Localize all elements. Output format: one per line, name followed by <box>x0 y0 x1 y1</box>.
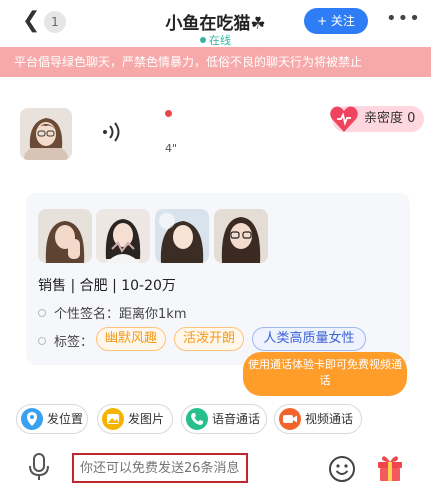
video-call-button[interactable]: 视频通话 <box>274 404 362 434</box>
chat-header: ❮ 1 小鱼在吃猫☘ 在线 + 关注 ••• <box>0 0 431 48</box>
send-location-label: 发位置 <box>47 412 84 426</box>
profile-card: 销售 | 合肥 | 10-20万 个性签名：距离你1km 标签： 幽默风趣 活泼… <box>26 193 410 365</box>
more-options-icon[interactable]: ••• <box>386 8 421 29</box>
voice-wave-icon[interactable] <box>100 120 124 148</box>
safety-notice-banner: 平台倡导绿色聊天，严禁色情暴力，低俗不良的聊天行为将被禁止 <box>0 47 431 77</box>
bullet-icon <box>38 337 46 345</box>
voice-call-button[interactable]: 语音通话 <box>181 404 267 434</box>
message-input[interactable] <box>72 453 248 483</box>
intimacy-label: 亲密度 0 <box>364 111 416 126</box>
send-location-button[interactable]: 发位置 <box>16 404 88 434</box>
video-icon <box>279 408 301 430</box>
video-call-label: 视频通话 <box>305 412 354 426</box>
tags-row: 标签： <box>38 331 93 350</box>
profile-photo[interactable] <box>155 209 209 263</box>
unplayed-dot <box>165 110 172 117</box>
chat-screen: ❮ 1 小鱼在吃猫☘ 在线 + 关注 ••• 平台倡导绿色聊天，严禁色情暴力，低… <box>0 0 431 500</box>
heart-icon <box>330 106 358 132</box>
bullet-icon <box>38 309 46 317</box>
gift-icon[interactable] <box>374 451 406 487</box>
intimacy-badge[interactable]: 亲密度 0 <box>330 106 424 132</box>
location-icon <box>21 408 43 430</box>
online-dot-icon <box>200 37 206 43</box>
signature-label: 个性签名： <box>54 307 120 322</box>
video-call-tooltip[interactable]: 使用通话体验卡即可免费视频通话 <box>243 352 407 396</box>
microphone-icon[interactable] <box>26 452 52 486</box>
profile-photo[interactable] <box>96 209 150 263</box>
image-icon <box>102 408 124 430</box>
online-status: 在线 <box>0 32 431 48</box>
profile-photo[interactable] <box>38 209 92 263</box>
tags-label: 标签： <box>54 335 94 350</box>
profile-job-line: 销售 | 合肥 | 10-20万 <box>38 278 176 294</box>
follow-button[interactable]: + 关注 <box>304 8 368 34</box>
online-status-label: 在线 <box>209 34 231 47</box>
send-image-button[interactable]: 发图片 <box>97 404 173 434</box>
phone-icon <box>186 408 208 430</box>
emoji-icon[interactable] <box>328 455 356 487</box>
voice-call-label: 语音通话 <box>212 412 261 426</box>
voice-duration: 4" <box>165 142 178 155</box>
sender-avatar[interactable] <box>20 108 72 160</box>
tag-chip: 活泼开朗 <box>174 327 244 351</box>
send-image-label: 发图片 <box>128 412 165 426</box>
signature-row: 个性签名：距离你1km <box>38 303 186 322</box>
tag-chip: 幽默风趣 <box>96 327 166 351</box>
tag-chip: 人类高质量女性 <box>252 327 366 351</box>
signature-value: 距离你1km <box>119 307 187 322</box>
profile-photo[interactable] <box>214 209 268 263</box>
